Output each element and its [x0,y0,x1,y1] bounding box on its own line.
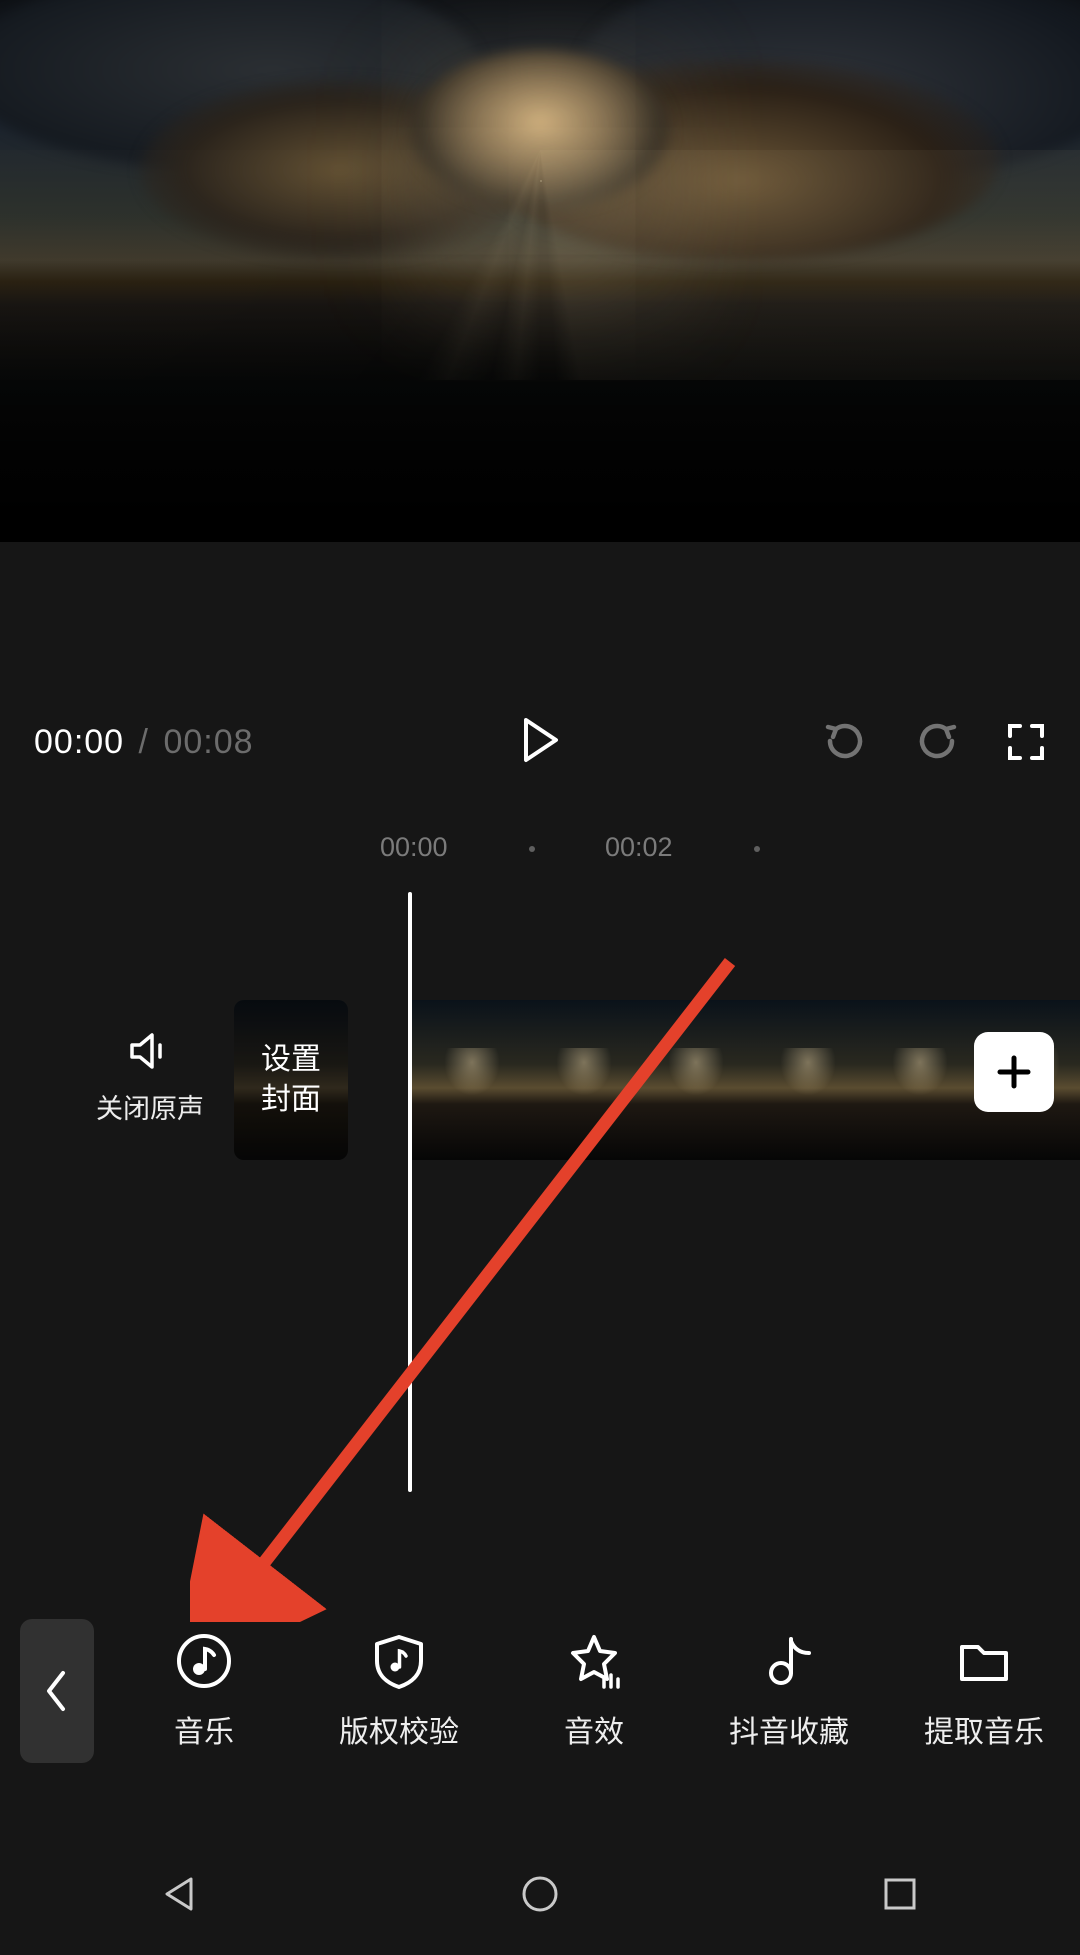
tool-soundfx-label: 音效 [564,1707,624,1751]
audio-toolbar: 音乐 版权校验 音效 [0,1591,1080,1791]
tool-extract-music[interactable]: 提取音乐 [914,1631,1054,1751]
shield-music-icon [369,1631,429,1691]
square-icon [877,1871,923,1917]
fullscreen-icon [1006,722,1046,762]
plus-icon [994,1052,1034,1092]
toolbar-back-button[interactable] [20,1619,94,1763]
play-icon [520,716,560,764]
transport-bar: 00:00 / 00:08 [0,712,1080,772]
redo-button[interactable] [914,719,960,765]
tool-extract-label: 提取音乐 [924,1707,1044,1751]
chevron-left-icon [43,1667,71,1715]
time-display: 00:00 / 00:08 [34,723,254,762]
speaker-icon [126,1027,174,1075]
video-editor-app: 00:00 / 00:08 [0,0,1080,1955]
time-separator: / [139,723,149,761]
tool-music-label: 音乐 [174,1707,234,1751]
clip-frame [522,1000,634,1160]
cover-label-line1: 设置 [261,1040,321,1080]
star-bars-icon [564,1631,624,1691]
clip-frame [746,1000,858,1160]
nav-recent-button[interactable] [877,1871,923,1922]
cover-label-line2: 封面 [261,1080,321,1120]
nav-back-button[interactable] [157,1871,203,1922]
ruler-mark-0: 00:00 [380,832,448,863]
fullscreen-button[interactable] [1006,722,1046,762]
tool-copyright-check[interactable]: 版权校验 [329,1631,469,1751]
music-note-circle-icon [174,1631,234,1691]
play-button[interactable] [520,716,560,769]
undo-icon [822,719,868,765]
undo-button[interactable] [822,719,868,765]
tool-music[interactable]: 音乐 [134,1631,274,1751]
ruler-tick [754,846,760,852]
mute-original-sound-button[interactable]: 关闭原声 [90,1027,210,1126]
playhead[interactable] [408,892,412,1492]
clip-frame [410,1000,522,1160]
clip-frame [634,1000,746,1160]
tool-copyright-label: 版权校验 [339,1707,459,1751]
nav-home-button[interactable] [517,1871,563,1922]
circle-icon [517,1871,563,1917]
add-clip-button[interactable] [974,1032,1054,1112]
tool-douyin-favorites[interactable]: 抖音收藏 [719,1631,859,1751]
triangle-left-icon [157,1871,203,1917]
android-nav-bar [0,1837,1080,1955]
timeline[interactable]: 关闭原声 设置 封面 [0,892,1080,1492]
mute-original-sound-label: 关闭原声 [90,1087,210,1126]
tool-soundfx[interactable]: 音效 [524,1631,664,1751]
tiktok-music-icon [759,1631,819,1691]
redo-icon [914,719,960,765]
total-duration: 00:08 [163,723,253,761]
current-time: 00:00 [34,723,124,761]
tool-douyin-fav-label: 抖音收藏 [729,1707,849,1751]
folder-icon [954,1631,1014,1691]
video-preview[interactable] [0,0,1080,542]
clip-frame [858,1000,970,1160]
timeline-ruler[interactable]: 00:00 00:02 [0,832,1080,872]
editor-panel: 00:00 / 00:08 [0,542,1080,1955]
ruler-tick [529,846,535,852]
ruler-mark-2: 00:02 [605,832,673,863]
set-cover-button[interactable]: 设置 封面 [234,1000,348,1160]
